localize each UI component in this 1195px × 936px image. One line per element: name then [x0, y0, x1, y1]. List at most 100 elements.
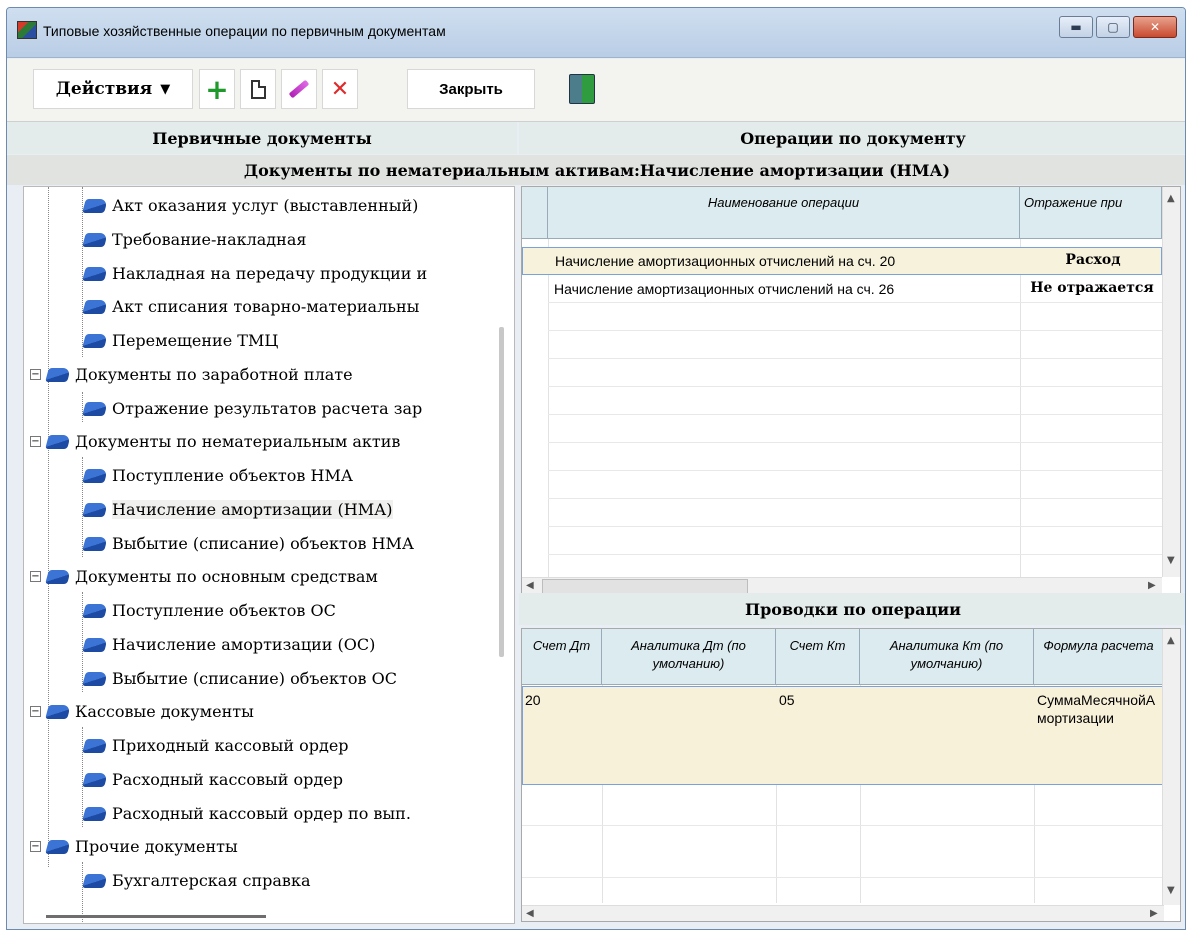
- tree-item[interactable]: Выбытие (списание) объектов НМА: [82, 527, 414, 560]
- grid-line: [522, 877, 1164, 878]
- collapse-toggle[interactable]: −: [30, 841, 41, 852]
- table-row-selected[interactable]: Начисление амортизационных отчислений на…: [522, 247, 1162, 275]
- collapse-toggle[interactable]: −: [30, 369, 41, 380]
- folder-icon: [82, 333, 108, 348]
- copy-button[interactable]: [240, 69, 276, 109]
- tree-item[interactable]: Приходный кассовый ордер: [82, 729, 349, 762]
- minimize-button[interactable]: ▬: [1059, 16, 1093, 38]
- tree-connector: [82, 592, 83, 692]
- grid-line: [548, 498, 1162, 499]
- actions-menu-button[interactable]: Действия ▼: [33, 69, 193, 109]
- folder-icon: [82, 536, 108, 551]
- tree-item[interactable]: Отражение результатов расчета зар: [82, 392, 422, 425]
- folder-icon: [45, 569, 71, 584]
- tree-item[interactable]: Поступление объектов НМА: [82, 459, 353, 492]
- toolbar: Действия ▼ + ✕ Закрыть: [7, 59, 1185, 122]
- column-header-credit-account[interactable]: Счет Кт: [776, 629, 860, 685]
- grid-line: [548, 386, 1162, 387]
- scroll-up-icon[interactable]: ▲: [1167, 635, 1175, 646]
- tree-item[interactable]: Акт списания товарно-материальны: [82, 290, 419, 323]
- tree-group[interactable]: − Документы по основным средствам: [30, 560, 378, 593]
- postings-grid[interactable]: Счет Дт Аналитика Дт (по умолчанию) Счет…: [521, 628, 1181, 922]
- table-row-selected[interactable]: 20 05 СуммаМесячнойАмортизации: [522, 686, 1164, 785]
- tree-connector: [82, 457, 83, 557]
- column-header-debit-account[interactable]: Счет Дт: [522, 629, 602, 685]
- postings-horizontal-scrollbar[interactable]: ◀ ▶: [522, 905, 1164, 921]
- collapse-toggle[interactable]: −: [30, 706, 41, 717]
- scroll-left-icon[interactable]: ◀: [526, 580, 534, 591]
- main-window: Типовые хозяйственные операции по первич…: [6, 7, 1186, 930]
- tree-horizontal-scrollbar[interactable]: [46, 915, 266, 918]
- grid-line: [522, 825, 1164, 826]
- scroll-down-icon[interactable]: ▼: [1167, 885, 1175, 896]
- tree-item[interactable]: Расходный кассовый ордер по вып.: [82, 797, 411, 830]
- tree-item[interactable]: Акт оказания услуг (выставленный): [82, 189, 418, 222]
- tree-item[interactable]: Требование-накладная: [82, 223, 306, 256]
- table-row[interactable]: Начисление амортизационных отчислений на…: [522, 276, 1162, 304]
- maximize-button[interactable]: ▢: [1096, 16, 1130, 38]
- tree-item[interactable]: Перемещение ТМЦ: [82, 324, 278, 357]
- delete-button[interactable]: ✕: [322, 69, 358, 109]
- column-header-operation-name[interactable]: Наименование операции: [548, 187, 1020, 239]
- folder-icon: [82, 603, 108, 618]
- exit-door-icon[interactable]: [569, 74, 595, 104]
- operations-grid-header: Наименование операции Отражение при: [522, 187, 1162, 239]
- postings-vertical-scrollbar[interactable]: ▲ ▼: [1162, 629, 1180, 905]
- column-header-debit-analytics[interactable]: Аналитика Дт (по умолчанию): [602, 629, 776, 685]
- column-header-formula[interactable]: Формула расчета: [1034, 629, 1164, 685]
- add-button[interactable]: +: [199, 69, 235, 109]
- folder-icon: [82, 266, 108, 281]
- window-title: Типовые хозяйственные операции по первич…: [43, 23, 446, 39]
- app-icon: [17, 21, 37, 39]
- pencil-icon: [288, 79, 310, 99]
- tree-item[interactable]: Выбытие (списание) объектов ОС: [82, 662, 397, 695]
- tree-group[interactable]: − Документы по нематериальным актив: [30, 425, 400, 458]
- column-header-reflection[interactable]: Отражение при: [1020, 187, 1162, 239]
- folder-icon: [45, 839, 71, 854]
- tree-connector: [82, 392, 83, 422]
- tree-item[interactable]: Бухгалтерская справка: [82, 864, 310, 897]
- tree-item-selected[interactable]: Начисление амортизации (НМА): [82, 493, 393, 526]
- folder-icon: [82, 502, 108, 517]
- collapse-toggle[interactable]: −: [30, 436, 41, 447]
- tree-vertical-scrollbar[interactable]: [499, 327, 504, 657]
- folder-icon: [45, 434, 71, 449]
- column-header-credit-analytics[interactable]: Аналитика Кт (по умолчанию): [860, 629, 1034, 685]
- tree-group[interactable]: − Документы по заработной плате: [30, 358, 353, 391]
- collapse-toggle[interactable]: −: [30, 571, 41, 582]
- tree-item[interactable]: Расходный кассовый ордер: [82, 763, 343, 796]
- scroll-thumb[interactable]: [542, 579, 748, 594]
- tree-item[interactable]: Начисление амортизации (ОС): [82, 628, 375, 661]
- folder-icon: [82, 401, 108, 416]
- close-window-button[interactable]: ✕: [1133, 16, 1177, 38]
- operations-vertical-scrollbar[interactable]: ▲ ▼: [1162, 187, 1180, 577]
- scroll-left-icon[interactable]: ◀: [526, 908, 534, 919]
- grid-line: [548, 330, 1162, 331]
- tree-group[interactable]: − Кассовые документы: [30, 695, 254, 728]
- scroll-right-icon[interactable]: ▶: [1150, 908, 1158, 919]
- scroll-down-icon[interactable]: ▼: [1167, 555, 1175, 566]
- tree-item[interactable]: Поступление объектов ОС: [82, 594, 336, 627]
- grid-line: [548, 414, 1162, 415]
- grid-line: [548, 442, 1162, 443]
- grid-line: [548, 358, 1162, 359]
- tree-item[interactable]: Накладная на передачу продукции и: [82, 257, 427, 290]
- close-button[interactable]: Закрыть: [407, 69, 535, 109]
- scroll-up-icon[interactable]: ▲: [1167, 193, 1175, 204]
- window-controls: ▬ ▢ ✕: [1059, 16, 1177, 38]
- folder-icon: [82, 806, 108, 821]
- edit-button[interactable]: [281, 69, 317, 109]
- folder-icon: [82, 468, 108, 483]
- folder-icon: [82, 772, 108, 787]
- primary-documents-header: Первичные документы: [7, 122, 517, 154]
- operation-name-cell: Начисление амортизационных отчислений на…: [555, 253, 896, 269]
- tree-group[interactable]: − Прочие документы: [30, 830, 238, 863]
- operations-grid[interactable]: Наименование операции Отражение при Начи…: [521, 186, 1181, 596]
- actions-label: Действия: [55, 79, 153, 99]
- formula-cell: СуммаМесячнойАмортизации: [1037, 692, 1156, 726]
- scroll-right-icon[interactable]: ▶: [1148, 580, 1156, 591]
- title-bar[interactable]: Типовые хозяйственные операции по первич…: [7, 8, 1185, 58]
- documents-tree[interactable]: Акт оказания услуг (выставленный) Требов…: [23, 186, 515, 924]
- credit-account-cell: 05: [779, 692, 795, 708]
- folder-icon: [82, 637, 108, 652]
